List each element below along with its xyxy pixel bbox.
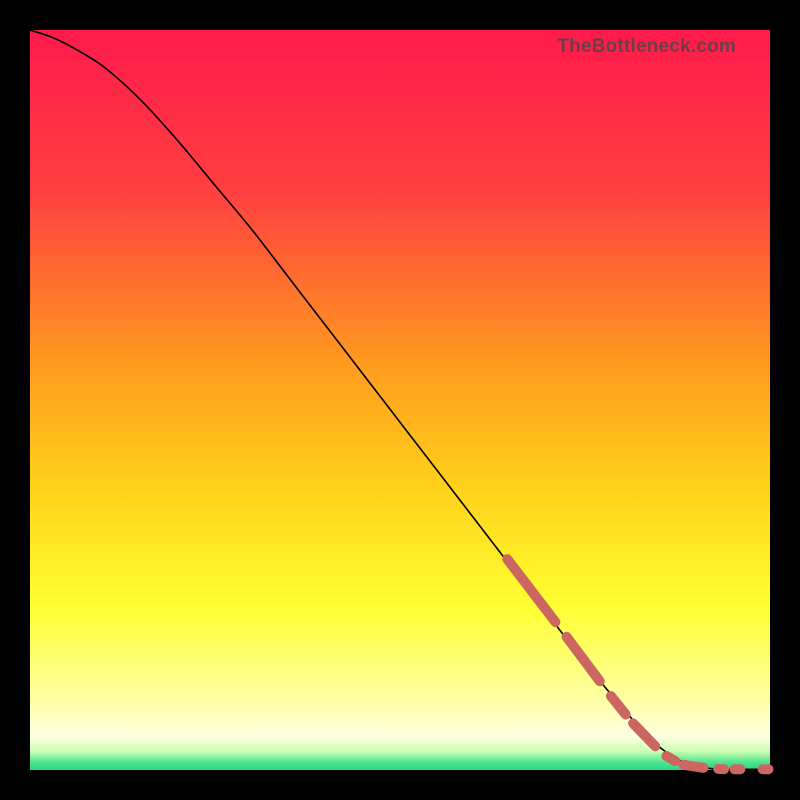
watermark-text: TheBottleneck.com [557,36,736,58]
chart-plot-layer [30,30,770,770]
dash-segment [633,723,655,746]
dash-segment [567,637,600,681]
dash-segment [611,696,626,715]
main-curve [30,30,770,769]
dash-segment [666,756,675,761]
dash-overlay [507,559,768,769]
dash-segment [507,559,555,622]
chart-frame: TheBottleneck.com [30,30,770,770]
dash-segment [683,765,703,768]
